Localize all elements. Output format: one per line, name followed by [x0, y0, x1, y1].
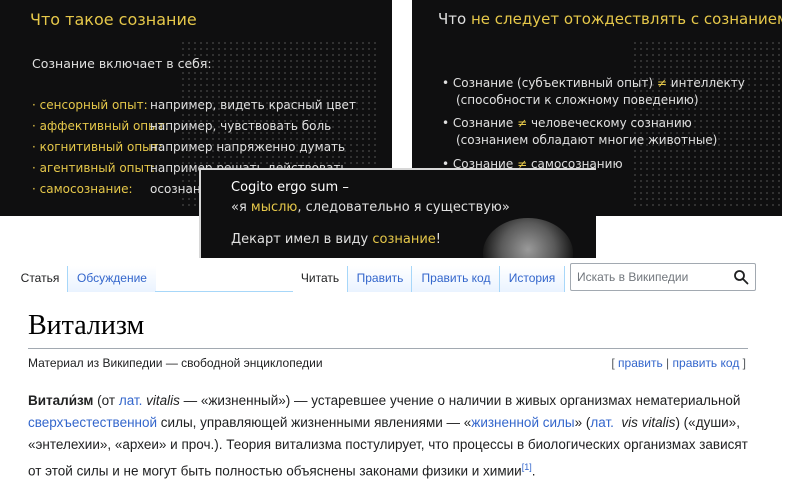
slide-quote-title: Cogito ergo sum –: [231, 180, 349, 195]
list-item: · самосознание:: [32, 182, 133, 196]
list-item-desc: например, чувствовать боль: [150, 119, 332, 133]
list-item: · когнитивный опыт:: [32, 140, 163, 154]
tab-talk[interactable]: Обсуждение: [67, 266, 156, 292]
list-item: • Сознание ≠ человеческому сознанию: [442, 116, 692, 130]
wikipedia-page: Статья Обсуждение Читать Править Править…: [0, 258, 800, 499]
list-item-note: (сознанием обладают многие животные): [456, 133, 718, 147]
descartes-portrait: [483, 218, 573, 260]
tab-history[interactable]: История: [499, 266, 565, 292]
search-input[interactable]: [577, 268, 727, 286]
tab-edit[interactable]: Править: [347, 266, 412, 292]
list-item: • Сознание (субъективный опыт) ≠ интелле…: [442, 76, 745, 90]
edit-link[interactable]: править: [618, 356, 663, 370]
tabbar-divider: [155, 291, 293, 292]
reference-link[interactable]: [1]: [522, 462, 532, 472]
edit-section-links: [ править | править код ]: [611, 356, 746, 370]
link-latin-2[interactable]: лат.: [590, 415, 614, 430]
page-title: Витализм: [28, 310, 145, 341]
link-latin[interactable]: лат.: [119, 393, 143, 408]
tab-edit-source[interactable]: Править код: [411, 266, 500, 292]
slide-note: Декарт имел в виду сознание!: [231, 232, 441, 247]
list-item-desc: например напряженно думать: [150, 140, 346, 154]
article-paragraph: Витали́зм (от лат. vitalis — «жизненный»…: [28, 393, 748, 479]
list-item: · аффективный опыт:: [32, 119, 169, 133]
title-divider: [28, 348, 748, 349]
slide-intro: Сознание включает в себя:: [32, 56, 212, 71]
search-icon[interactable]: [733, 269, 749, 285]
slide-title: Что такое сознание: [30, 10, 197, 29]
slide-title: Что не следует отождествлять с сознанием: [438, 10, 782, 28]
wiki-tabbar: Статья Обсуждение Читать Править Править…: [0, 258, 800, 292]
page-tagline: Материал из Википедии — свободной энцикл…: [28, 356, 323, 370]
link-vital-force[interactable]: жизненной силы: [471, 415, 574, 430]
list-item-note: (способности к сложному поведению): [456, 93, 699, 107]
slide-cogito: Cogito ergo sum – «я мыслю, следовательн…: [199, 168, 596, 260]
list-item: · агентивный опыт:: [32, 161, 156, 175]
edit-source-link[interactable]: править код: [673, 356, 740, 370]
tab-read[interactable]: Читать: [293, 266, 347, 292]
list-item-desc: например, видеть красный цвет: [150, 98, 356, 112]
article-term: Витали́зм: [28, 393, 94, 408]
list-item: · сенсорный опыт:: [32, 98, 148, 112]
search-box[interactable]: [570, 263, 756, 291]
tab-article[interactable]: Статья: [14, 266, 66, 292]
slide-quote: «я мыслю, следовательно я существую»: [231, 200, 510, 215]
link-supernatural[interactable]: сверхъестественной: [28, 415, 157, 430]
